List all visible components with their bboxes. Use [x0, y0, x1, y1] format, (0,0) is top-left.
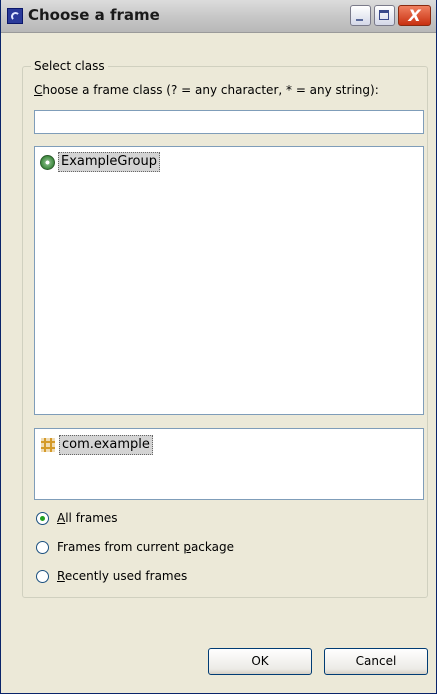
window-title: Choose a frame: [28, 6, 160, 24]
list-item-label: ExampleGroup: [58, 152, 160, 172]
list-item[interactable]: com.example: [40, 434, 153, 456]
radio-all-frames[interactable]: All frames: [36, 511, 118, 525]
list-item[interactable]: ExampleGroup: [40, 151, 160, 173]
prompt-text: hoose a frame class (? = any character, …: [42, 83, 379, 97]
class-filter-input[interactable]: [34, 110, 424, 134]
radio-button[interactable]: [36, 511, 49, 525]
list-item-label: com.example: [59, 435, 153, 455]
radio-recent-frames[interactable]: Recently used frames: [36, 569, 187, 583]
radio-current-package[interactable]: Frames from current package: [36, 540, 234, 554]
radio-label: All frames: [57, 511, 118, 525]
dialog-window: Choose a frame X Select class Choose a f…: [0, 0, 437, 694]
frame-class-icon: [40, 154, 55, 170]
radio-label: Frames from current package: [57, 540, 234, 554]
close-button[interactable]: X: [398, 5, 431, 26]
cancel-button[interactable]: Cancel: [324, 648, 428, 675]
radio-label: Recently used frames: [57, 569, 188, 583]
minimize-icon: [356, 19, 363, 21]
package-list[interactable]: com.example: [34, 428, 424, 500]
filter-prompt-label: Choose a frame class (? = any character,…: [34, 83, 379, 97]
group-legend: Select class: [31, 59, 108, 73]
close-icon: X: [408, 6, 421, 25]
minimize-button[interactable]: [350, 5, 371, 26]
eclipse-app-icon: [7, 8, 23, 24]
maximize-icon: [379, 10, 389, 20]
radio-button[interactable]: [36, 540, 49, 554]
package-icon: [40, 437, 56, 453]
class-list[interactable]: ExampleGroup: [34, 146, 424, 415]
title-bar[interactable]: Choose a frame X: [1, 0, 436, 33]
maximize-button[interactable]: [374, 5, 395, 26]
radio-button[interactable]: [36, 569, 49, 583]
ok-button[interactable]: OK: [208, 648, 312, 675]
